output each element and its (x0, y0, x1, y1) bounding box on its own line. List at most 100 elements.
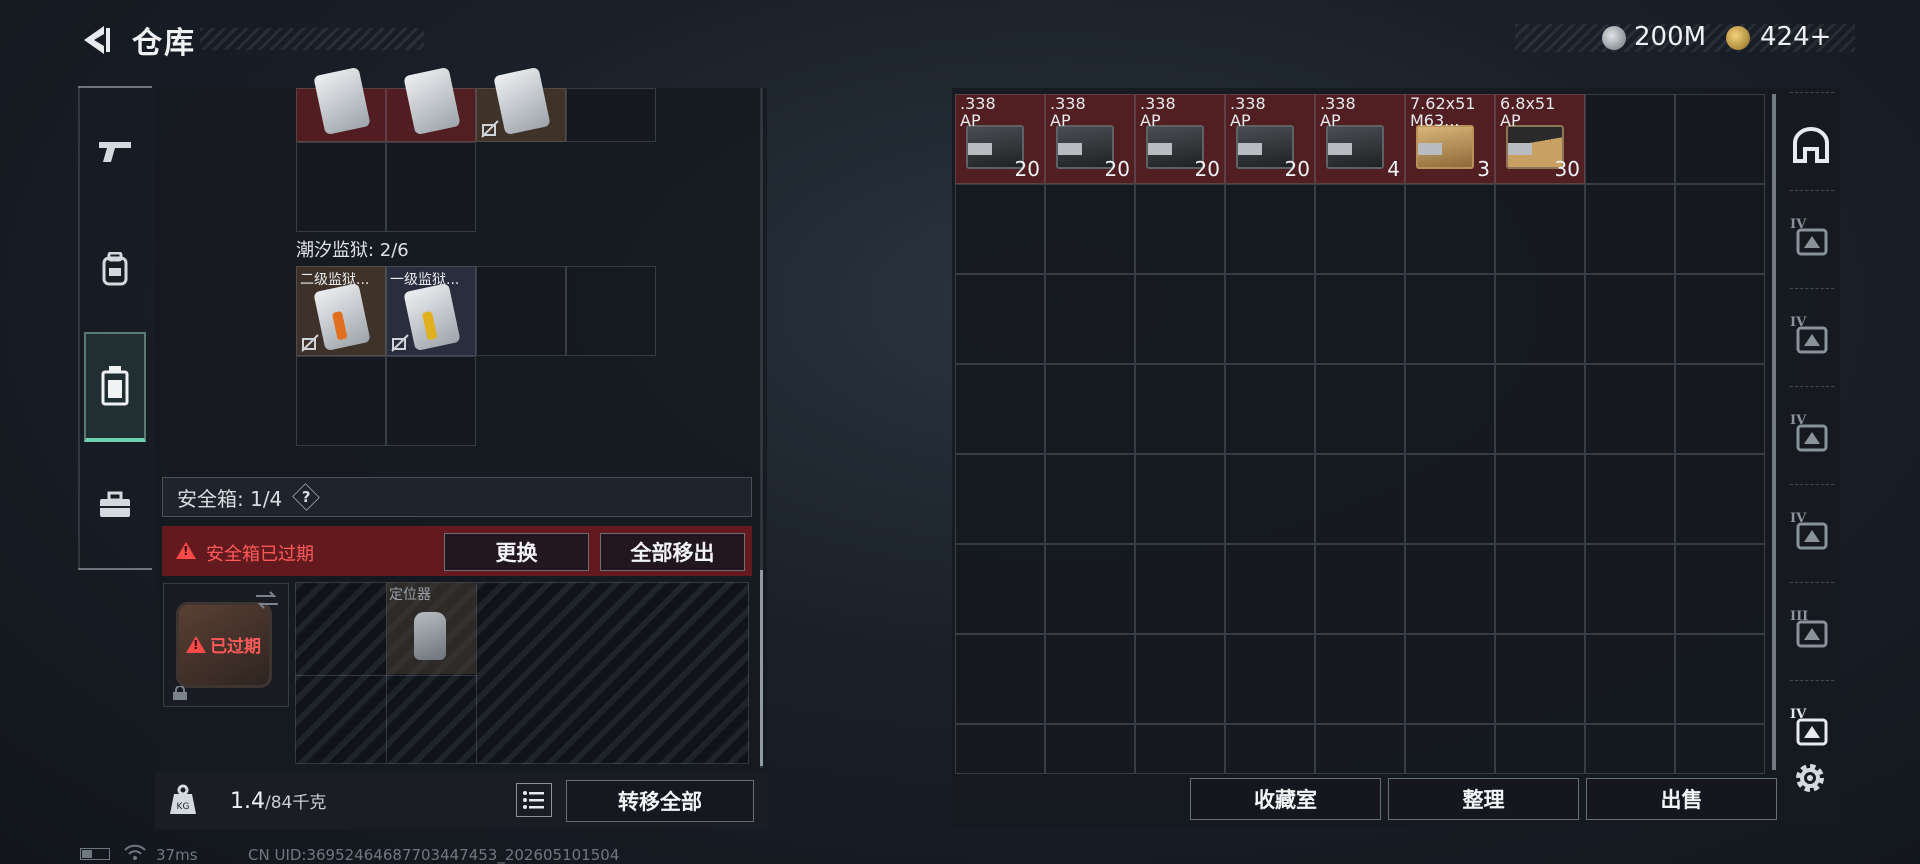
grid-slot[interactable] (386, 66, 476, 142)
stash-item[interactable]: .338 AP 20 (1045, 94, 1135, 184)
grid-slot[interactable] (1135, 184, 1225, 274)
grid-slot[interactable] (1495, 274, 1585, 364)
grid-slot[interactable] (476, 266, 566, 356)
sidebar-item-toolbox[interactable] (84, 474, 146, 536)
grid-slot[interactable] (1225, 274, 1315, 364)
swap-icon[interactable] (254, 590, 280, 610)
grid-slot[interactable] (1315, 364, 1405, 454)
grid-slot[interactable] (1045, 724, 1135, 774)
list-view-button[interactable] (516, 783, 552, 817)
sidebar-item-weapons[interactable] (84, 120, 146, 182)
filter-tier4-d-button[interactable]: IV (1782, 502, 1840, 560)
filter-tier3-button[interactable]: III (1782, 600, 1840, 658)
stash-item[interactable]: .338 AP 20 (1135, 94, 1225, 184)
grid-slot[interactable] (1585, 454, 1675, 544)
organize-button[interactable]: 整理 (1388, 778, 1579, 820)
stash-item[interactable]: 6.8x51 AP 30 (1495, 94, 1585, 184)
remove-all-button[interactable]: 全部移出 (600, 533, 745, 571)
filter-tier4-e-button[interactable]: IV (1782, 698, 1840, 756)
grid-slot[interactable] (1495, 454, 1585, 544)
stash-item[interactable]: .338 AP 20 (955, 94, 1045, 184)
grid-slot[interactable] (1135, 274, 1225, 364)
grid-slot[interactable] (296, 66, 386, 142)
grid-slot[interactable] (1405, 454, 1495, 544)
grid-slot[interactable] (1135, 634, 1225, 724)
grid-slot[interactable] (1675, 184, 1765, 274)
stash-item[interactable]: .338 AP 4 (1315, 94, 1405, 184)
grid-slot[interactable] (1675, 94, 1765, 184)
grid-slot[interactable] (1405, 184, 1495, 274)
filter-tier4-c-button[interactable]: IV (1782, 404, 1840, 462)
grid-slot[interactable] (1315, 634, 1405, 724)
grid-slot[interactable] (1585, 544, 1675, 634)
grid-slot[interactable] (955, 454, 1045, 544)
grid-slot[interactable] (1405, 724, 1495, 774)
grid-slot[interactable] (955, 724, 1045, 774)
grid-slot[interactable] (1225, 724, 1315, 774)
grid-slot[interactable] (1675, 274, 1765, 364)
grid-slot[interactable] (386, 356, 476, 446)
grid-slot[interactable] (386, 142, 476, 232)
grid-slot[interactable] (1045, 454, 1135, 544)
stash-item[interactable]: .338 AP 20 (1225, 94, 1315, 184)
grid-slot[interactable] (1405, 364, 1495, 454)
grid-slot[interactable] (1675, 454, 1765, 544)
grid-slot[interactable] (296, 356, 386, 446)
grid-slot[interactable] (566, 88, 656, 142)
grid-slot[interactable] (1585, 634, 1675, 724)
filter-tier4-a-button[interactable]: IV (1782, 208, 1840, 266)
grid-slot[interactable] (1225, 454, 1315, 544)
grid-slot[interactable] (566, 266, 656, 356)
grid-slot[interactable] (1315, 544, 1405, 634)
grid-slot[interactable] (1225, 634, 1315, 724)
grid-slot[interactable] (1585, 724, 1675, 774)
safe-box-slot[interactable]: 已过期 (163, 583, 289, 707)
sidebar-item-containers[interactable] (84, 332, 146, 442)
grid-slot[interactable] (955, 274, 1045, 364)
grid-slot[interactable] (1225, 544, 1315, 634)
grid-slot[interactable] (1315, 724, 1405, 774)
grid-slot[interactable] (955, 544, 1045, 634)
grid-slot[interactable] (476, 66, 566, 142)
grid-slot[interactable] (1135, 724, 1225, 774)
grid-slot[interactable] (1135, 454, 1225, 544)
settings-gear-icon[interactable] (1790, 758, 1830, 798)
locator-item[interactable]: 定位器 (386, 582, 476, 674)
sidebar-item-equipment[interactable] (84, 238, 146, 300)
grid-slot[interactable] (1225, 364, 1315, 454)
stash-scrollbar[interactable] (1772, 94, 1776, 770)
grid-slot[interactable] (1675, 724, 1765, 774)
grid-slot[interactable] (296, 142, 386, 232)
sell-button[interactable]: 出售 (1586, 778, 1777, 820)
grid-slot[interactable] (1045, 184, 1135, 274)
grid-slot[interactable] (1495, 724, 1585, 774)
grid-slot[interactable] (1495, 634, 1585, 724)
grid-slot[interactable] (955, 184, 1045, 274)
filter-tier4-b-button[interactable]: IV (1782, 306, 1840, 364)
collection-button[interactable]: 收藏室 (1190, 778, 1381, 820)
grid-slot[interactable] (1045, 274, 1135, 364)
grid-slot[interactable] (955, 364, 1045, 454)
grid-slot[interactable] (1045, 634, 1135, 724)
grid-slot[interactable] (1225, 184, 1315, 274)
container-scrollbar-thumb[interactable] (760, 570, 763, 766)
grid-slot[interactable] (1585, 274, 1675, 364)
grid-slot[interactable] (1675, 544, 1765, 634)
grid-slot[interactable] (1315, 274, 1405, 364)
back-button[interactable] (78, 22, 114, 58)
grid-slot[interactable] (1045, 544, 1135, 634)
grid-slot[interactable] (1135, 544, 1225, 634)
grid-slot[interactable] (1405, 544, 1495, 634)
grid-slot[interactable] (1495, 544, 1585, 634)
grid-slot[interactable] (1495, 364, 1585, 454)
prison-card-slot[interactable]: 一级监狱... (386, 266, 476, 356)
stash-item[interactable]: 7.62x51 M63... 3 (1405, 94, 1495, 184)
grid-slot[interactable] (1495, 184, 1585, 274)
help-icon[interactable]: ? (292, 483, 321, 511)
grid-slot[interactable] (1585, 364, 1675, 454)
grid-slot[interactable] (1585, 184, 1675, 274)
grid-slot[interactable] (1675, 634, 1765, 724)
grid-slot[interactable] (1315, 184, 1405, 274)
grid-slot[interactable] (1585, 94, 1675, 184)
transfer-all-button[interactable]: 转移全部 (566, 780, 754, 822)
